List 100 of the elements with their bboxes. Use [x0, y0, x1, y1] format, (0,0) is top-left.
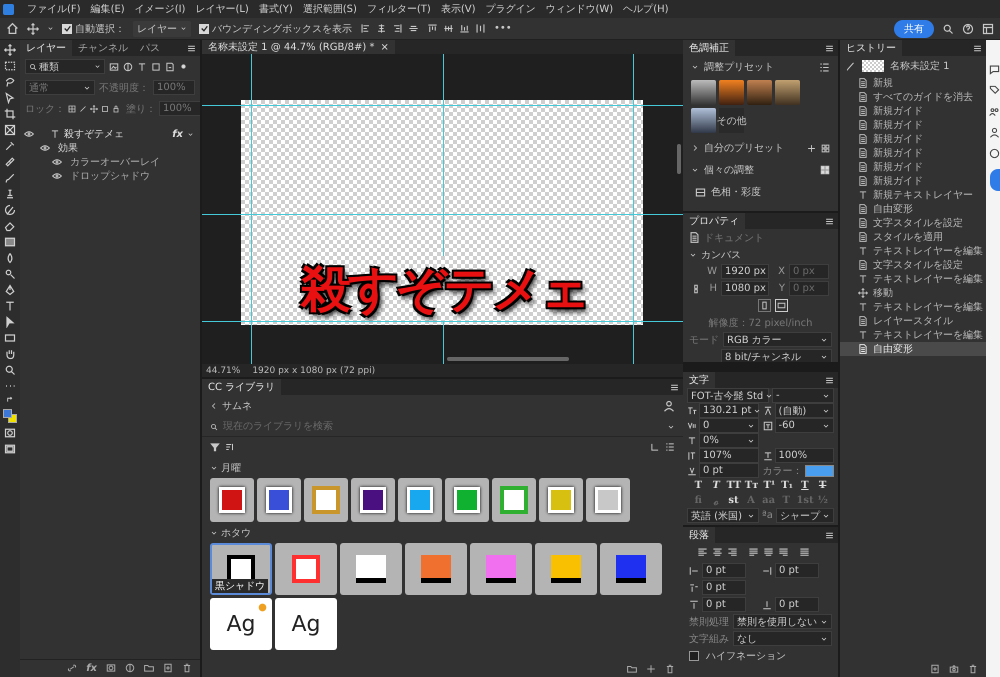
panel-tab[interactable]: 文字 — [683, 372, 715, 388]
quick-mask-icon[interactable] — [4, 427, 16, 439]
landscape-button[interactable] — [774, 299, 788, 312]
align-text-icon[interactable] — [748, 547, 759, 558]
panel-tab[interactable]: CC ライブラリ — [202, 379, 282, 395]
sort-icon[interactable] — [225, 442, 235, 452]
style-tile[interactable] — [210, 478, 254, 522]
share-button[interactable]: 共有 — [894, 20, 934, 38]
chevron-icon[interactable] — [689, 250, 697, 258]
panel-menu-icon[interactable] — [187, 44, 196, 53]
style-tile[interactable] — [535, 543, 597, 595]
new-layer-icon[interactable] — [163, 663, 173, 673]
style-tile[interactable]: Ag — [275, 598, 337, 650]
chevron-icon[interactable] — [691, 63, 699, 71]
people-icon[interactable] — [989, 106, 1000, 117]
lock-artboard-icon[interactable] — [101, 104, 109, 112]
history-item[interactable]: 新規 — [840, 76, 986, 90]
kinsoku-dropdown[interactable]: 禁則を使用しない — [733, 614, 832, 629]
portrait-button[interactable] — [758, 299, 770, 312]
history-item[interactable]: 新規ガイド — [840, 132, 986, 146]
effect-name[interactable]: ドロップシャドウ — [70, 169, 150, 183]
align-icon[interactable] — [392, 23, 403, 34]
home-icon[interactable] — [6, 22, 19, 35]
menu-item[interactable]: イメージ(I) — [130, 2, 190, 16]
tag-icon[interactable] — [989, 85, 1000, 96]
photo-placeholder[interactable] — [747, 80, 772, 105]
eye-icon[interactable] — [24, 129, 34, 139]
kerning-field[interactable]: 0 — [699, 418, 758, 433]
grid-icon[interactable] — [821, 144, 830, 152]
menu-item[interactable]: 書式(Y) — [254, 2, 298, 16]
grid-icon[interactable] — [820, 165, 830, 175]
move-icon[interactable] — [27, 22, 39, 34]
filter-icon[interactable] — [210, 442, 220, 452]
style-tile[interactable] — [445, 478, 489, 522]
layer-dropdown[interactable]: レイヤー — [133, 20, 191, 36]
menu-item[interactable]: プラグイン — [480, 2, 540, 16]
font-family-dropdown[interactable]: FOT-古今髭 Std — [687, 388, 769, 403]
style-tile[interactable] — [600, 543, 662, 595]
menu-item[interactable]: フィルター(T) — [362, 2, 436, 16]
menu-item[interactable]: ファイル(F) — [22, 2, 86, 16]
pen-icon[interactable] — [4, 284, 16, 296]
style-tile[interactable] — [275, 543, 337, 595]
folder-icon[interactable] — [627, 664, 637, 674]
group-header[interactable]: 月曜 — [202, 457, 683, 478]
caret-icon[interactable] — [187, 130, 194, 138]
history-item[interactable]: スタイルを適用 — [840, 230, 986, 244]
history-item[interactable]: レイヤースタイル — [840, 314, 986, 328]
sort-order-icon[interactable] — [650, 442, 660, 452]
app-logo-icon[interactable] — [3, 4, 14, 14]
menu-item[interactable]: レイヤー(L) — [190, 2, 254, 16]
align-icon[interactable] — [408, 23, 419, 34]
style-tile[interactable] — [351, 478, 395, 522]
zoom-icon[interactable] — [4, 364, 16, 376]
height-field[interactable]: 1080 px — [721, 281, 769, 296]
history-item[interactable]: 新規ガイド — [840, 160, 986, 174]
distribute-icon[interactable] — [459, 23, 470, 34]
document-tab[interactable]: 名称未設定 1 @ 44.7% (RGB/8#) * × — [202, 40, 395, 54]
trash-icon[interactable] — [665, 664, 675, 674]
section-header[interactable]: 自分のプリセット — [704, 141, 784, 155]
style-tile[interactable]: 黒シャドウ — [210, 543, 272, 595]
screen-mode-icon[interactable] — [4, 443, 16, 455]
shape-filter-icon[interactable] — [151, 62, 161, 72]
indent-left-field[interactable]: 0 pt — [702, 563, 746, 578]
foreground-color-swatch[interactable] — [3, 409, 12, 418]
crop-icon[interactable] — [4, 108, 16, 120]
panel-tab[interactable]: ヒストリー — [840, 40, 902, 56]
panel-tab[interactable]: プロパティ — [683, 213, 745, 229]
lasso-icon[interactable] — [4, 76, 16, 88]
back-link[interactable]: サムネ — [210, 399, 252, 413]
history-item[interactable]: 自由変形 — [840, 342, 986, 356]
tsume-field[interactable]: 0% — [699, 433, 758, 448]
style-tile[interactable] — [398, 478, 442, 522]
align-text-icon[interactable] — [712, 547, 723, 558]
font-style-dropdown[interactable]: - — [772, 388, 834, 403]
smart-object-filter-icon[interactable] — [165, 62, 175, 72]
panel-menu-icon[interactable] — [825, 531, 834, 540]
y-field[interactable]: 0 px — [789, 281, 829, 296]
photo-placeholder[interactable] — [691, 80, 716, 105]
panel-tab[interactable]: パス — [134, 40, 166, 56]
space-before-field[interactable]: 0 pt — [702, 597, 746, 612]
type-style-button[interactable]: TT — [726, 480, 742, 491]
align-text-icon[interactable] — [799, 547, 810, 558]
eyedropper-icon[interactable] — [4, 140, 16, 152]
distribute-icon[interactable] — [443, 23, 454, 34]
align-text-icon[interactable] — [727, 547, 738, 558]
style-tile[interactable]: Ag — [210, 598, 272, 650]
type-icon[interactable] — [4, 300, 16, 312]
menu-item[interactable]: ヘルプ(H) — [618, 2, 674, 16]
space-after-field[interactable]: 0 pt — [775, 597, 819, 612]
history-item[interactable]: 移動 — [840, 286, 986, 300]
more-button[interactable]: ••• — [494, 23, 512, 34]
trash-icon[interactable] — [182, 663, 192, 673]
history-item[interactable]: 新規テキストレイヤー — [840, 188, 986, 202]
indent-right-field[interactable]: 0 pt — [775, 563, 819, 578]
group-header[interactable]: ホタウ — [202, 522, 683, 543]
search-icon[interactable] — [942, 22, 954, 34]
lock-pixels-icon[interactable] — [68, 104, 76, 112]
text-color-swatch[interactable] — [804, 464, 834, 476]
effect-name[interactable]: カラーオーバーレイ — [70, 155, 160, 169]
dodge-icon[interactable] — [4, 268, 16, 280]
